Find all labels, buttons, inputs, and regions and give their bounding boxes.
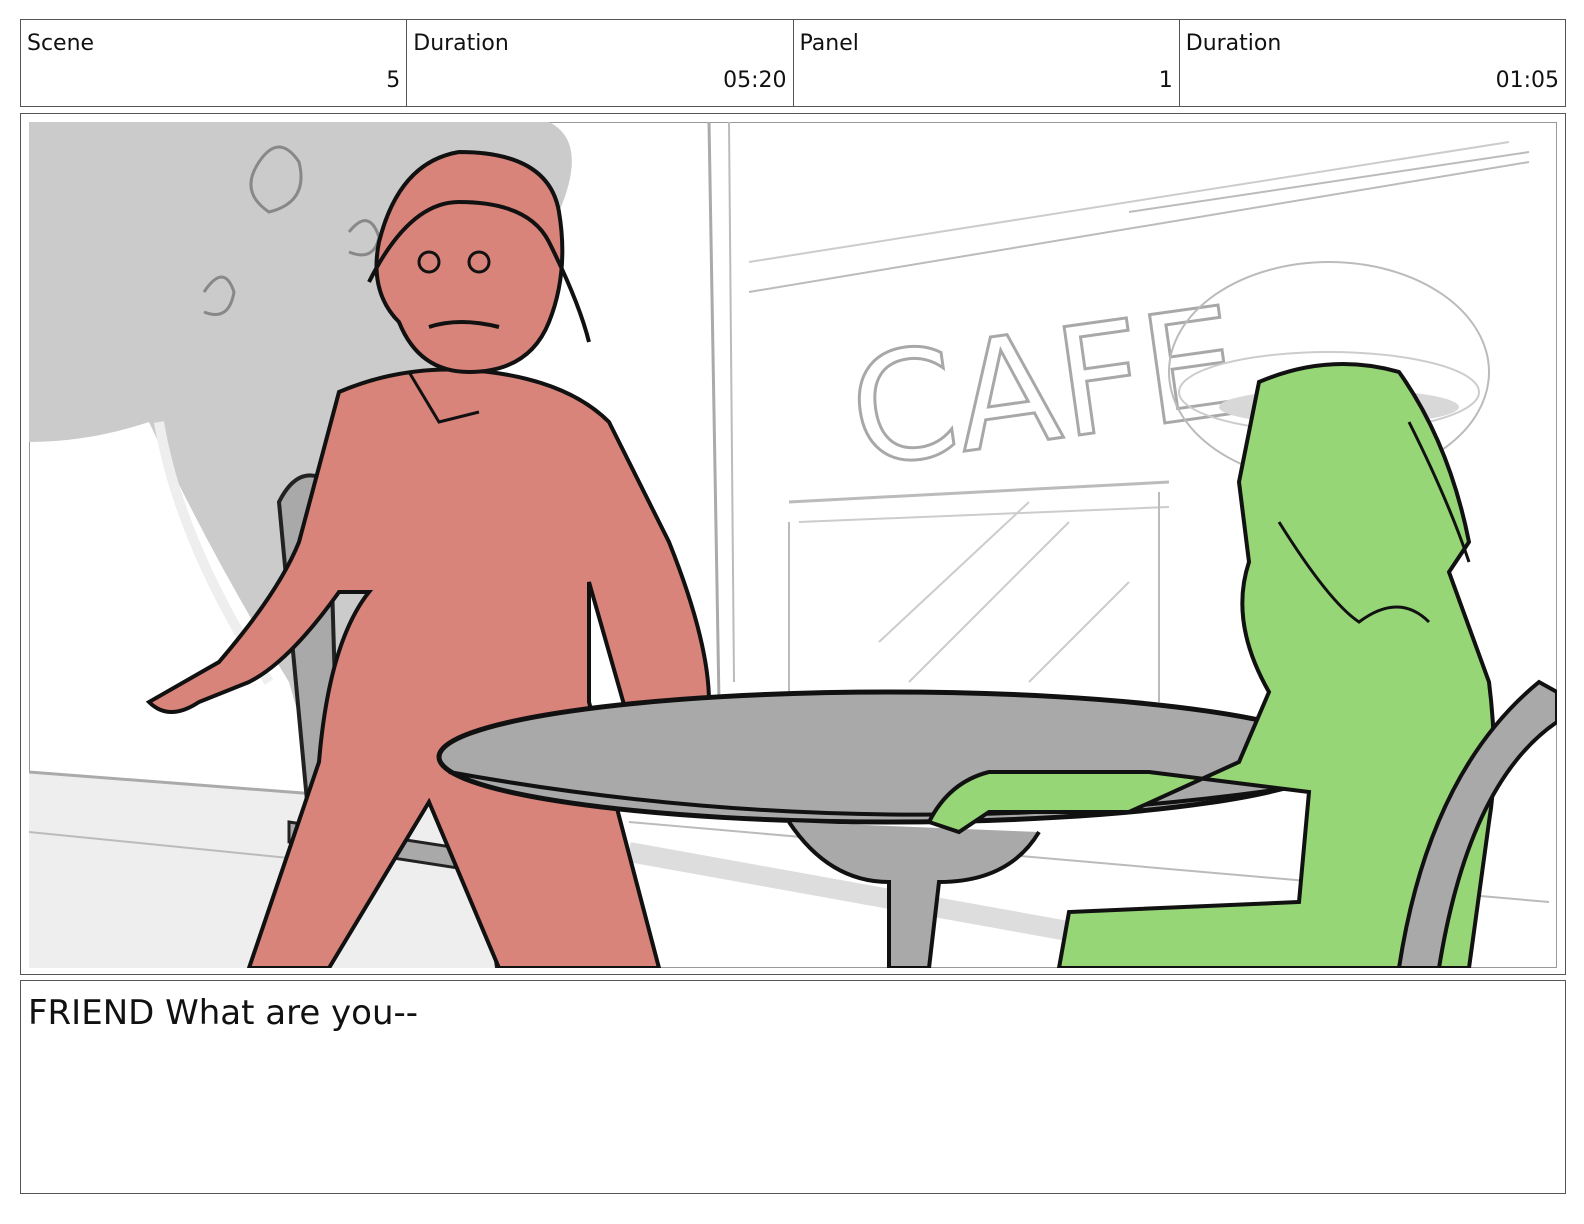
panel-cell: Panel 1 [794,20,1180,106]
scene-label: Scene [27,31,95,56]
panel-header: Scene 5 Duration 05:20 Panel 1 Duration … [20,19,1566,107]
storyboard-drawing: CAFE [29,122,1557,968]
panel-value: 1 [1158,68,1173,93]
scene-duration-label: Duration [413,31,509,56]
scene-cell: Scene 5 [21,20,408,106]
scene-duration-value: 05:20 [723,68,787,93]
panel-duration-cell: Duration 01:05 [1180,20,1565,106]
panel-duration-label: Duration [1185,31,1282,56]
cafe-table [436,689,1342,825]
scene-duration-cell: Duration 05:20 [407,20,794,106]
dialogue-notes: FRIEND What are you-- [20,980,1566,1194]
panel-label: Panel [799,31,859,56]
dialogue-text: FRIEND What are you-- [28,993,419,1033]
storyboard-frame: CAFE [20,113,1566,975]
scene-value: 5 [386,68,401,93]
panel-duration-value: 01:05 [1495,68,1559,93]
